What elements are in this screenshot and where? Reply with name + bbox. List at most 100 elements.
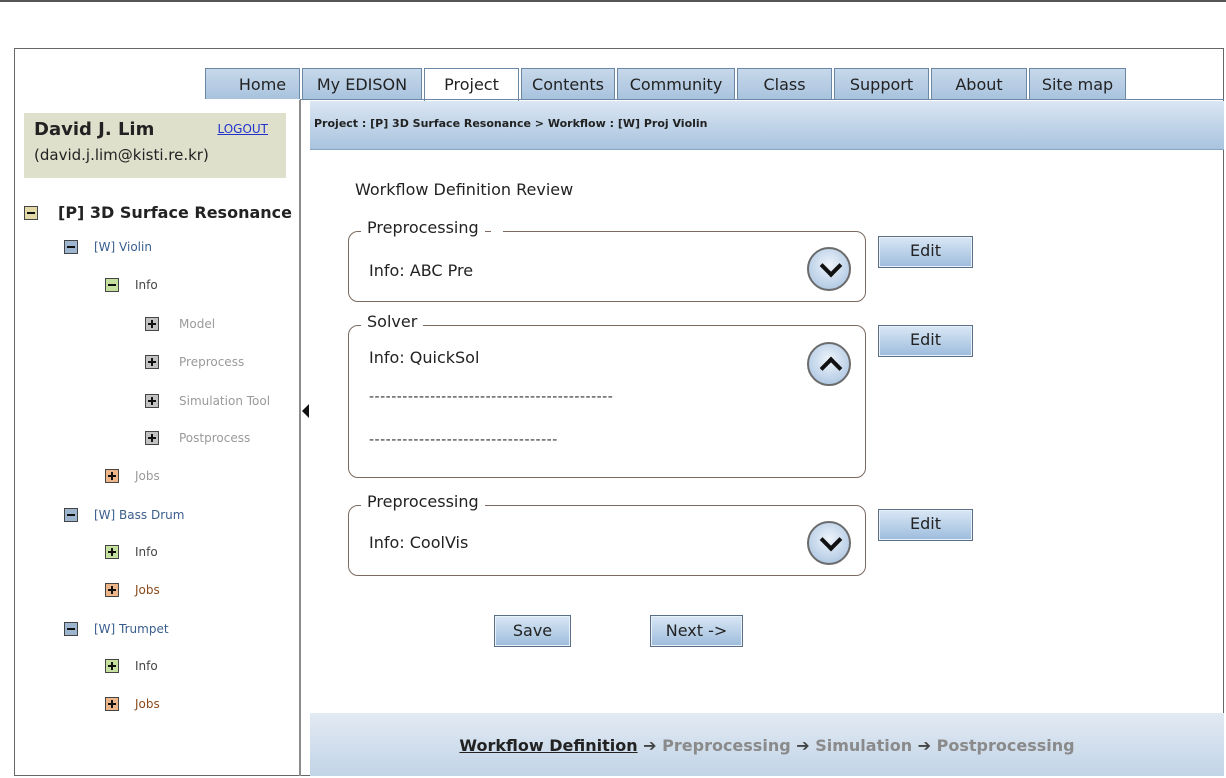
tree-item-label: Info xyxy=(135,278,158,292)
tree-project[interactable]: [P] 3D Surface Resonance xyxy=(24,203,292,222)
tree-item-bass-drum[interactable]: [W] Bass Drum xyxy=(64,508,184,522)
tree-item-label: Model xyxy=(179,317,216,331)
chevron-down-icon xyxy=(819,528,843,552)
collapse-icon[interactable] xyxy=(105,278,119,292)
expand-button[interactable] xyxy=(807,247,851,291)
tree-item-violin-info[interactable]: Info xyxy=(105,278,158,292)
tree-item-label: Info xyxy=(135,545,158,559)
sidebar-splitter[interactable] xyxy=(299,100,301,776)
collapse-sidebar-icon[interactable] xyxy=(302,404,309,418)
expand-button[interactable] xyxy=(807,521,851,565)
expand-icon[interactable] xyxy=(105,659,119,673)
workflow-steps: Workflow Definition ➔ Preprocessing ➔ Si… xyxy=(310,736,1224,755)
tree-item-simulation-tool[interactable]: Simulation Tool xyxy=(145,394,270,408)
tree-item-model[interactable]: Model xyxy=(145,317,215,331)
tree-item-label: Jobs xyxy=(135,583,160,597)
main-nav: Home My EDISON Project Contents Communit… xyxy=(205,68,1128,101)
tab-label: About xyxy=(955,75,1003,94)
tab-label: Community xyxy=(629,75,723,94)
expand-icon[interactable] xyxy=(145,317,159,331)
section-preprocessing: Preprocessing Info: ABC Pre xyxy=(348,218,866,302)
tree-item-bass-drum-info[interactable]: Info xyxy=(105,545,158,559)
tree-item-label: Jobs xyxy=(135,469,160,483)
tab-site-map[interactable]: Site map xyxy=(1029,68,1126,99)
section-legend: Preprocessing xyxy=(361,492,485,511)
expand-icon[interactable] xyxy=(145,394,159,408)
section-preprocessing-2: Preprocessing Info: CoolVis xyxy=(348,492,866,576)
chevron-down-icon xyxy=(819,254,843,278)
tab-home[interactable]: Home xyxy=(205,68,300,99)
tab-label: Site map xyxy=(1041,75,1114,94)
tree-project-label: [P] 3D Surface Resonance xyxy=(58,203,292,222)
tree-item-trumpet-info[interactable]: Info xyxy=(105,659,158,673)
step-preprocessing[interactable]: Preprocessing xyxy=(662,736,791,755)
collapse-icon[interactable] xyxy=(64,240,78,254)
tree-item-violin[interactable]: [W] Violin xyxy=(64,240,152,254)
expand-icon[interactable] xyxy=(105,545,119,559)
tree-item-label: [W] Bass Drum xyxy=(94,508,185,522)
nav-underline xyxy=(300,99,1224,100)
placeholder-line: ----------------------------------------… xyxy=(369,389,614,405)
tree-item-label: Postprocess xyxy=(179,431,251,445)
tab-label: Class xyxy=(763,75,806,94)
breadcrumb: Project : [P] 3D Surface Resonance > Wor… xyxy=(314,117,708,130)
collapse-icon[interactable] xyxy=(64,508,78,522)
tab-label: Project xyxy=(444,75,499,94)
tree-item-label: Simulation Tool xyxy=(179,394,271,408)
tree-item-postprocess[interactable]: Postprocess xyxy=(145,431,250,445)
arrow-right-icon: ➔ xyxy=(643,736,657,755)
expand-icon[interactable] xyxy=(105,583,119,597)
edit-button[interactable]: Edit xyxy=(878,325,973,357)
tree-item-label: Preprocess xyxy=(179,355,245,369)
breadcrumb-bar: Project : [P] 3D Surface Resonance > Wor… xyxy=(310,101,1224,150)
expand-icon[interactable] xyxy=(145,431,159,445)
tab-my-edison[interactable]: My EDISON xyxy=(302,68,422,99)
arrow-right-icon: ➔ xyxy=(796,736,810,755)
collapse-button[interactable] xyxy=(807,342,851,386)
chevron-up-icon xyxy=(819,356,843,380)
top-divider xyxy=(0,0,1226,2)
tab-label: Home xyxy=(238,75,287,94)
section-solver: Solver Info: QuickSol ------------------… xyxy=(348,312,866,478)
tab-about[interactable]: About xyxy=(931,68,1027,99)
legend-gap xyxy=(491,231,503,233)
placeholder-line: ---------------------------------- xyxy=(369,432,558,448)
tree-item-bass-drum-jobs[interactable]: Jobs xyxy=(105,583,160,597)
tab-project[interactable]: Project xyxy=(424,68,519,101)
tree-item-trumpet-jobs[interactable]: Jobs xyxy=(105,697,160,711)
save-button[interactable]: Save xyxy=(494,615,571,647)
expand-icon[interactable] xyxy=(105,469,119,483)
tree-item-label: Info xyxy=(135,659,158,673)
step-workflow-definition[interactable]: Workflow Definition xyxy=(459,736,637,755)
user-box: David J. Lim LOGOUT (david.j.lim@kisti.r… xyxy=(24,113,286,178)
edit-button[interactable]: Edit xyxy=(878,236,973,268)
tree-item-label: [W] Trumpet xyxy=(94,622,169,636)
expand-icon[interactable] xyxy=(145,355,159,369)
tree-item-preprocess[interactable]: Preprocess xyxy=(145,355,244,369)
step-simulation[interactable]: Simulation xyxy=(815,736,912,755)
expand-icon[interactable] xyxy=(105,697,119,711)
section-info: Info: QuickSol xyxy=(369,348,480,367)
tree-item-label: [W] Violin xyxy=(94,240,152,254)
tab-support[interactable]: Support xyxy=(834,68,929,99)
tab-label: Contents xyxy=(532,75,604,94)
tab-class[interactable]: Class xyxy=(737,68,832,99)
tab-contents[interactable]: Contents xyxy=(521,68,615,99)
user-email: (david.j.lim@kisti.re.kr) xyxy=(34,146,209,164)
tree-item-violin-jobs[interactable]: Jobs xyxy=(105,469,160,483)
arrow-right-icon: ➔ xyxy=(917,736,932,755)
step-postprocessing[interactable]: Postprocessing xyxy=(937,736,1075,755)
tab-community[interactable]: Community xyxy=(617,68,735,99)
section-legend: Solver xyxy=(361,312,424,331)
next-button[interactable]: Next -> xyxy=(650,615,743,647)
collapse-icon[interactable] xyxy=(64,622,78,636)
tab-label: Support xyxy=(849,75,914,94)
tree-item-trumpet[interactable]: [W] Trumpet xyxy=(64,622,169,636)
workflow-steps-bar: Workflow Definition ➔ Preprocessing ➔ Si… xyxy=(310,713,1224,776)
edit-button[interactable]: Edit xyxy=(878,509,973,541)
section-info: Info: ABC Pre xyxy=(369,261,474,280)
collapse-icon[interactable] xyxy=(24,205,38,220)
section-info: Info: CoolVis xyxy=(369,533,469,552)
page-title: Workflow Definition Review xyxy=(355,180,574,199)
logout-link[interactable]: LOGOUT xyxy=(217,122,268,136)
